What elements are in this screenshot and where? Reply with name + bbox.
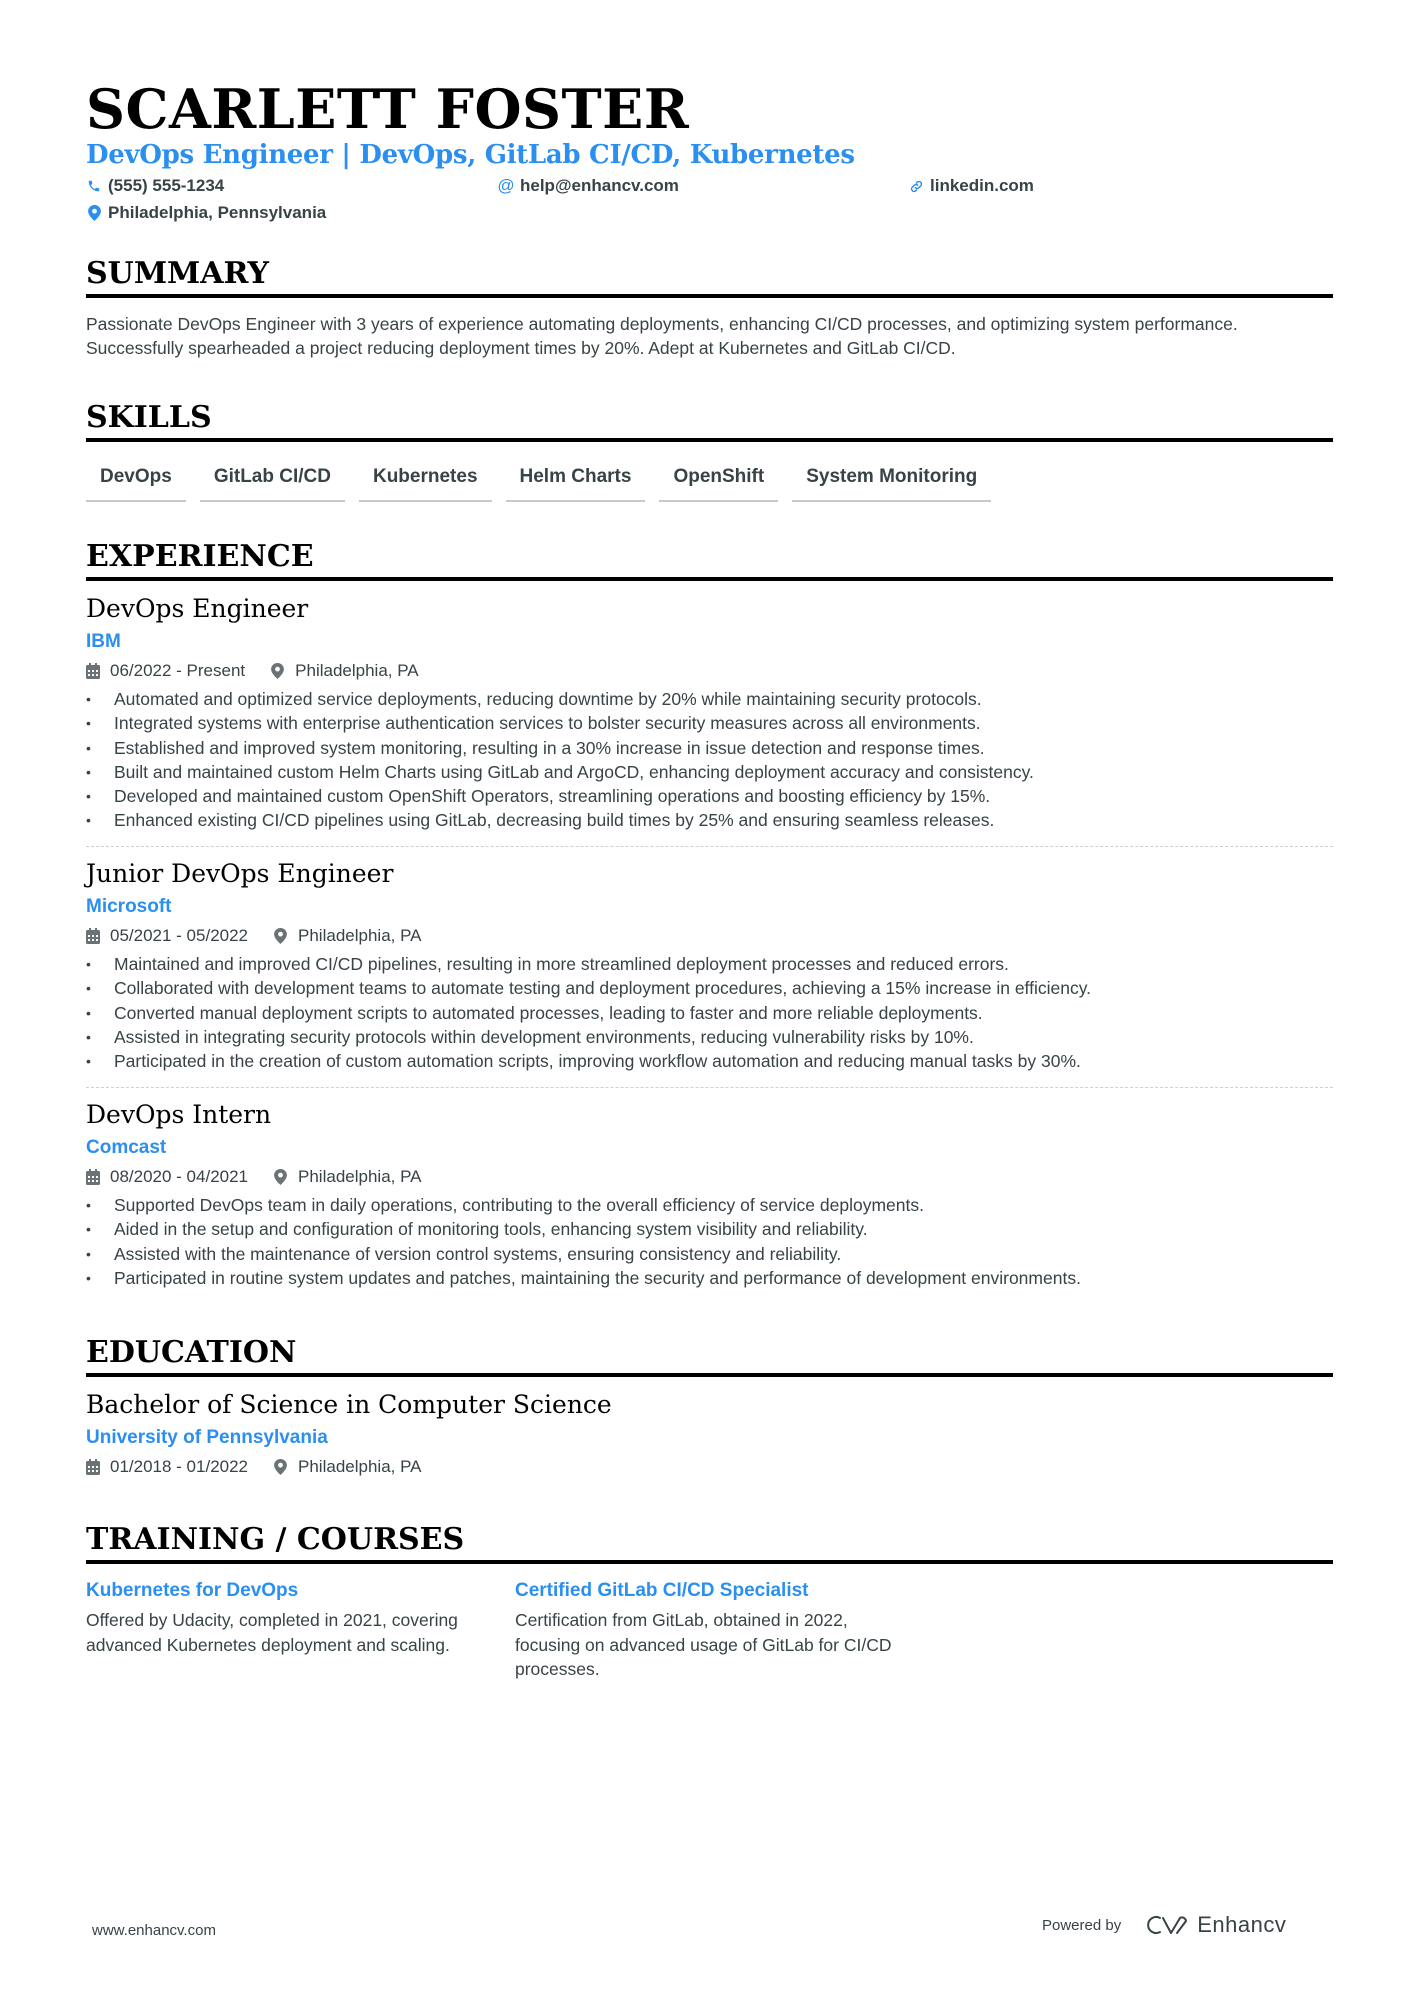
- course-entry: Certified GitLab CI/CD Specialist Certif…: [515, 1578, 895, 1682]
- education-location: Philadelphia, PA: [298, 1457, 422, 1476]
- bullet-item: Built and maintained custom Helm Charts …: [86, 760, 1333, 785]
- contact-location: Philadelphia, Pennsylvania: [86, 202, 326, 224]
- map-pin-icon: [86, 205, 102, 221]
- link-icon: [908, 178, 924, 194]
- company-name[interactable]: Comcast: [86, 1135, 1333, 1161]
- job-location: Philadelphia, PA: [295, 661, 419, 680]
- job-dates: 06/2022 - Present: [110, 661, 246, 680]
- bullet-item: Participated in the creation of custom a…: [86, 1049, 1333, 1074]
- bullet-item: Participated in routine system updates a…: [86, 1266, 1333, 1291]
- job-bullets: Supported DevOps team in daily operation…: [86, 1193, 1333, 1290]
- section-title-skills: SKILLS: [86, 400, 1333, 442]
- section-title-experience: EXPERIENCE: [86, 539, 1333, 581]
- brand-name: Enhancv: [1197, 1912, 1287, 1937]
- bullet-item: Converted manual deployment scripts to a…: [86, 1001, 1333, 1026]
- bullet-item: Automated and optimized service deployme…: [86, 687, 1333, 712]
- bullet-item: Established and improved system monitori…: [86, 736, 1333, 761]
- experience-entry: DevOps Engineer IBM 06/2022 - Present Ph…: [86, 592, 1333, 833]
- candidate-name: SCARLETT FOSTER: [86, 77, 690, 141]
- link-text: linkedin.com: [930, 176, 1034, 195]
- job-dates: 08/2020 - 04/2021: [110, 1167, 249, 1186]
- skill-tag: OpenShift: [659, 462, 779, 502]
- job-location: Philadelphia, PA: [298, 926, 422, 945]
- email-text: help@enhancv.com: [520, 176, 679, 195]
- job-bullets: Maintained and improved CI/CD pipelines,…: [86, 952, 1333, 1074]
- bullet-item: Enhanced existing CI/CD pipelines using …: [86, 808, 1333, 833]
- course-description: Offered by Udacity, completed in 2021, c…: [86, 1610, 458, 1655]
- company-name[interactable]: Microsoft: [86, 894, 1333, 920]
- job-location: Philadelphia, PA: [298, 1167, 422, 1186]
- course-title: Kubernetes for DevOps: [86, 1580, 299, 1601]
- experience-entry: Junior DevOps Engineer Microsoft 05/2021…: [86, 857, 1333, 1074]
- education-entry: Bachelor of Science in Computer Science …: [86, 1388, 1333, 1479]
- map-pin-icon: [274, 1458, 290, 1476]
- phone-text: (555) 555-1234: [108, 176, 225, 195]
- contact-link[interactable]: linkedin.com: [908, 175, 1034, 197]
- calendar-icon: [86, 1168, 102, 1186]
- map-pin-icon: [271, 662, 287, 680]
- summary-text: Passionate DevOps Engineer with 3 years …: [86, 314, 1238, 358]
- skill-tag: Helm Charts: [505, 462, 646, 502]
- candidate-headline: DevOps Engineer | DevOps, GitLab CI/CD, …: [86, 140, 855, 170]
- section-title-training: TRAINING / COURSES: [86, 1522, 1333, 1564]
- education-meta: 01/2018 - 01/2022 Philadelphia, PA: [86, 1455, 1333, 1479]
- company-name[interactable]: IBM: [86, 629, 1333, 655]
- course-entry: Kubernetes for DevOps Offered by Udacity…: [86, 1578, 466, 1657]
- skill-tag: DevOps: [86, 462, 186, 502]
- entry-divider: [86, 1087, 1333, 1088]
- calendar-icon: [86, 927, 102, 945]
- enhancv-logo-icon: [1147, 1913, 1189, 1937]
- school-name[interactable]: University of Pennsylvania: [86, 1425, 1333, 1451]
- job-meta: 05/2021 - 05/2022 Philadelphia, PA: [86, 924, 1333, 948]
- at-icon: @: [497, 176, 515, 195]
- bullet-item: Assisted with the maintenance of version…: [86, 1242, 1333, 1267]
- powered-by-label: Powered by: [1042, 1916, 1122, 1934]
- phone-icon: [86, 178, 102, 194]
- bullet-item: Integrated systems with enterprise authe…: [86, 711, 1333, 736]
- job-meta: 06/2022 - Present Philadelphia, PA: [86, 659, 1333, 683]
- skill-tag: Kubernetes: [358, 462, 492, 502]
- footer-website[interactable]: www.enhancv.com: [92, 1922, 216, 1939]
- job-title: DevOps Intern: [86, 1100, 272, 1129]
- calendar-icon: [86, 1458, 102, 1476]
- bullet-item: Maintained and improved CI/CD pipelines,…: [86, 952, 1333, 977]
- bullet-item: Assisted in integrating security protoco…: [86, 1025, 1333, 1050]
- map-pin-icon: [274, 1168, 290, 1186]
- skill-tag: GitLab CI/CD: [199, 462, 345, 502]
- contact-email[interactable]: @ help@enhancv.com: [497, 175, 679, 197]
- footer-powered-by: Powered by Enhancv: [1042, 1912, 1286, 1938]
- bullet-item: Collaborated with development teams to a…: [86, 976, 1333, 1001]
- skill-tag: System Monitoring: [792, 462, 992, 502]
- job-title: Junior DevOps Engineer: [86, 859, 394, 888]
- experience-entry: DevOps Intern Comcast 08/2020 - 04/2021 …: [86, 1098, 1333, 1290]
- job-dates: 05/2021 - 05/2022: [110, 926, 249, 945]
- job-bullets: Automated and optimized service deployme…: [86, 687, 1333, 833]
- contact-phone: (555) 555-1234: [86, 175, 224, 197]
- entry-divider: [86, 846, 1333, 847]
- course-description: Certification from GitLab, obtained in 2…: [515, 1610, 892, 1679]
- education-dates: 01/2018 - 01/2022: [110, 1457, 249, 1476]
- map-pin-icon: [274, 927, 290, 945]
- skills-list: DevOps GitLab CI/CD Kubernetes Helm Char…: [86, 462, 1005, 502]
- calendar-icon: [86, 662, 102, 680]
- bullet-item: Aided in the setup and configuration of …: [86, 1217, 1333, 1242]
- course-title: Certified GitLab CI/CD Specialist: [515, 1580, 809, 1601]
- section-title-summary: SUMMARY: [86, 256, 1333, 298]
- enhancv-brand[interactable]: Enhancv: [1147, 1912, 1286, 1938]
- section-title-education: EDUCATION: [86, 1335, 1333, 1377]
- bullet-item: Developed and maintained custom OpenShif…: [86, 784, 1333, 809]
- bullet-item: Supported DevOps team in daily operation…: [86, 1193, 1333, 1218]
- degree-title: Bachelor of Science in Computer Science: [86, 1390, 612, 1419]
- job-meta: 08/2020 - 04/2021 Philadelphia, PA: [86, 1165, 1333, 1189]
- location-text: Philadelphia, Pennsylvania: [108, 203, 327, 222]
- job-title: DevOps Engineer: [86, 594, 309, 623]
